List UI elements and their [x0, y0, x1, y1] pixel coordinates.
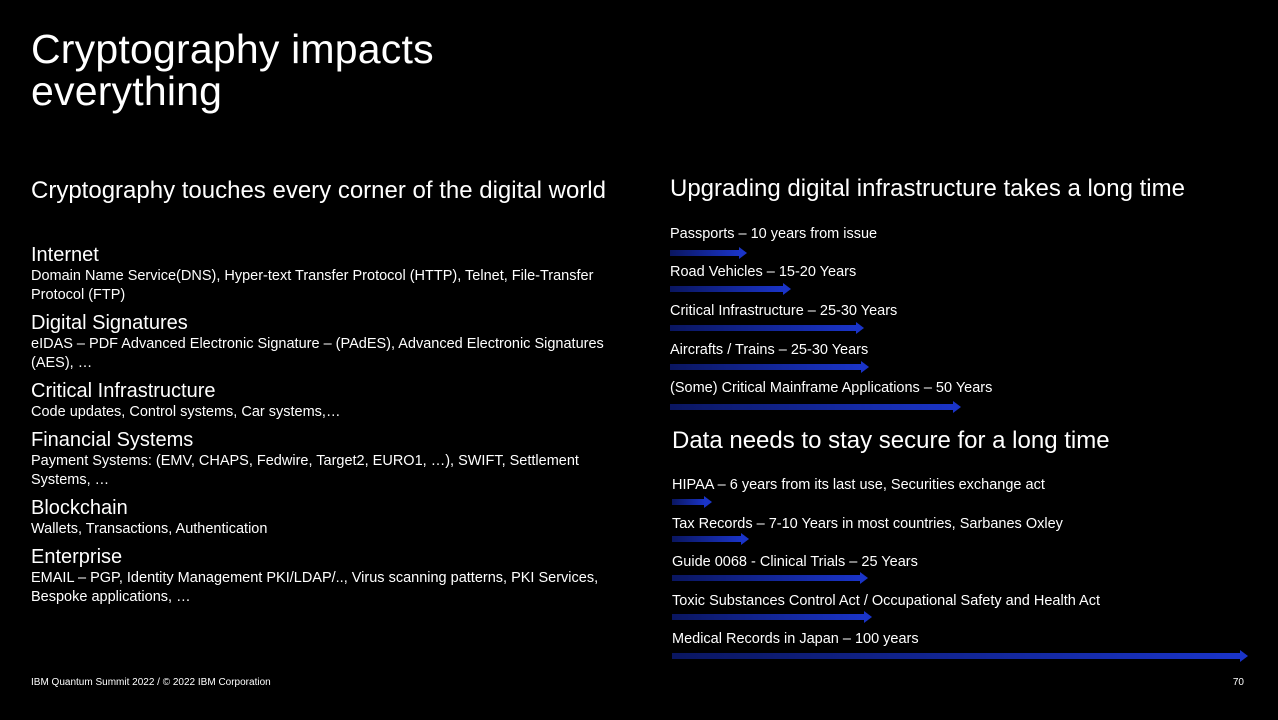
- category-blockchain: Blockchain Wallets, Transactions, Authen…: [31, 496, 611, 539]
- category-description: EMAIL – PGP, Identity Management PKI/LDA…: [31, 570, 599, 605]
- category-description: Code updates, Control systems, Car syste…: [31, 404, 341, 420]
- upgrade-item-label: Passports – 10 years from issue: [670, 226, 878, 242]
- data-heading: Data needs to stay secure for a long tim…: [672, 427, 1110, 454]
- category-title: Financial Systems: [31, 429, 194, 451]
- data-duration-arrow: [672, 611, 872, 623]
- category-internet: Internet Domain Name Service(DNS), Hyper…: [31, 243, 611, 305]
- data-duration-arrow: [672, 572, 868, 584]
- data-item-label: HIPAA – 6 years from its last use, Secur…: [672, 477, 1045, 493]
- category-title: Internet: [31, 244, 99, 266]
- arrowhead-icon: [783, 283, 791, 295]
- data-duration-arrow: [672, 650, 1248, 662]
- data-duration-arrow: [672, 533, 749, 545]
- arrowhead-icon: [741, 533, 749, 545]
- arrowhead-icon: [953, 401, 961, 413]
- category-title: Enterprise: [31, 546, 123, 568]
- category-description: eIDAS – PDF Advanced Electronic Signatur…: [31, 336, 604, 371]
- upgrade-duration-arrow: [670, 361, 869, 373]
- upgrade-duration-arrow: [670, 247, 747, 259]
- upgrade-item-label: Aircrafts / Trains – 25-30 Years: [670, 342, 869, 358]
- upgrade-duration-arrow: [670, 283, 791, 295]
- slide-title: Cryptography impacts everything: [31, 26, 434, 114]
- category-title: Digital Signatures: [31, 312, 188, 334]
- category-financial-systems: Financial Systems Payment Systems: (EMV,…: [31, 428, 611, 490]
- left-heading: Cryptography touches every corner of the…: [31, 177, 606, 204]
- category-list: Internet Domain Name Service(DNS), Hyper…: [31, 243, 611, 613]
- category-description: Domain Name Service(DNS), Hyper-text Tra…: [31, 268, 594, 303]
- upgrade-heading: Upgrading digital infrastructure takes a…: [670, 175, 1185, 202]
- upgrade-item-label: Critical Infrastructure – 25-30 Years: [670, 303, 898, 319]
- arrowhead-icon: [1240, 650, 1248, 662]
- upgrade-duration-arrow: [670, 401, 961, 413]
- category-digital-signatures: Digital Signatures eIDAS – PDF Advanced …: [31, 311, 611, 373]
- upgrade-duration-arrow: [670, 322, 864, 334]
- slide: Cryptography impacts everything Cryptogr…: [0, 0, 1278, 720]
- category-title: Critical Infrastructure: [31, 380, 216, 402]
- category-title: Blockchain: [31, 497, 128, 519]
- upgrade-item-label: (Some) Critical Mainframe Applications –…: [670, 380, 993, 396]
- page-number: 70: [1232, 677, 1244, 688]
- data-item-label: Tax Records – 7-10 Years in most countri…: [672, 516, 1063, 532]
- arrowhead-icon: [739, 247, 747, 259]
- category-description: Payment Systems: (EMV, CHAPS, Fedwire, T…: [31, 453, 579, 488]
- data-item-label: Medical Records in Japan – 100 years: [672, 631, 919, 647]
- arrowhead-icon: [861, 361, 869, 373]
- category-critical-infrastructure: Critical Infrastructure Code updates, Co…: [31, 379, 611, 422]
- upgrade-item-label: Road Vehicles – 15-20 Years: [670, 264, 857, 280]
- data-duration-arrow: [672, 496, 712, 508]
- category-enterprise: Enterprise EMAIL – PGP, Identity Managem…: [31, 545, 611, 607]
- data-item-label: Toxic Substances Control Act / Occupatio…: [672, 593, 1100, 609]
- data-item-label: Guide 0068 - Clinical Trials – 25 Years: [672, 554, 918, 570]
- footer-text: IBM Quantum Summit 2022 / © 2022 IBM Cor…: [31, 677, 271, 688]
- arrowhead-icon: [860, 572, 868, 584]
- arrowhead-icon: [864, 611, 872, 623]
- arrowhead-icon: [856, 322, 864, 334]
- arrowhead-icon: [704, 496, 712, 508]
- category-description: Wallets, Transactions, Authentication: [31, 521, 268, 537]
